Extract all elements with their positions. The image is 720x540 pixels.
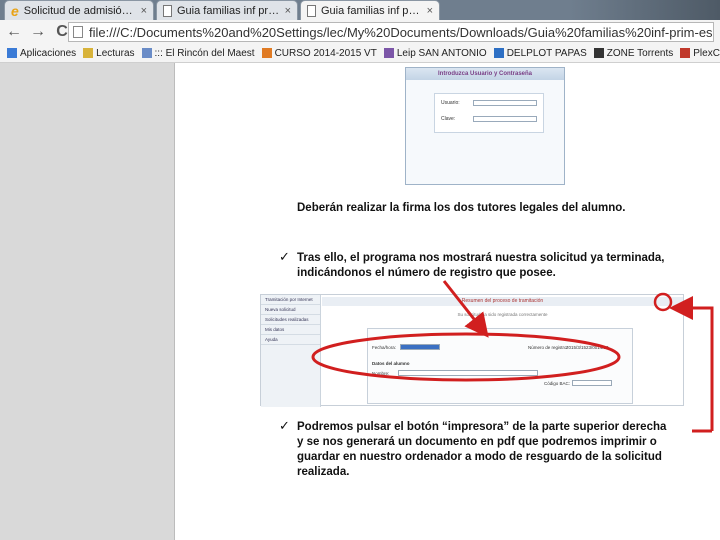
tab-title: Guia familias inf prim eso.pdf <box>321 4 423 17</box>
code-field <box>572 380 612 386</box>
address-bar[interactable]: file:///C:/Documents%20and%20Settings/le… <box>68 22 714 42</box>
close-icon[interactable]: × <box>285 5 291 17</box>
login-form: Usuario: Clave: <box>434 93 544 133</box>
viewer-background <box>0 63 175 540</box>
section-label: Datos del alumno <box>372 361 410 366</box>
bookmark-item[interactable]: DELPLOT PAPAS <box>493 47 587 59</box>
date-field <box>400 344 440 350</box>
bookmark-item[interactable]: PlexConnection sync <box>680 48 720 59</box>
registry-label: Número de registro: <box>528 345 568 350</box>
ie-icon: e <box>11 2 19 19</box>
bookmark-label: DELPLOT PAPAS <box>506 47 587 59</box>
plex-icon <box>680 48 691 58</box>
key-field <box>473 116 537 122</box>
tab-admission[interactable]: e Solicitud de admisión para Ed × <box>4 0 154 20</box>
blue-icon <box>493 48 504 58</box>
bookmark-label: Aplicaciones <box>20 47 77 59</box>
signature-paragraph: Deberán realizar la firma los dos tutore… <box>297 202 626 214</box>
bookmark-item[interactable]: Lecturas <box>83 47 135 59</box>
login-dialog-title: Introduzca Usuario y Contraseña <box>406 68 564 80</box>
back-arrow-icon[interactable]: ← <box>4 23 24 41</box>
document-icon <box>163 4 172 17</box>
file-icon <box>73 26 83 38</box>
close-icon[interactable]: × <box>427 5 433 17</box>
result-panel: Fecha/hora: Número de registro: 2015/3/1… <box>367 328 633 404</box>
dark-icon <box>593 48 604 58</box>
folder-icon <box>83 48 94 58</box>
document-icon <box>307 4 316 17</box>
tab-title: Solicitud de admisión para Ed <box>23 4 137 17</box>
close-icon[interactable]: × <box>141 5 147 17</box>
name-field <box>398 370 538 376</box>
window-frame <box>570 0 720 20</box>
pdf-page: Introduzca Usuario y Contraseña Usuario:… <box>176 63 720 540</box>
date-label: Fecha/hora: <box>372 345 397 350</box>
bookmark-item[interactable]: ZONE Torrents <box>593 47 674 59</box>
name-label: Nombre: <box>372 371 390 376</box>
login-dialog-screenshot: Introduzca Usuario y Contraseña Usuario:… <box>405 67 565 185</box>
user-label: Usuario: <box>441 100 460 106</box>
tab-guide-2[interactable]: Guia familias inf prim eso.pdf × <box>300 0 440 20</box>
forward-arrow-icon[interactable]: → <box>28 23 48 41</box>
bookmark-item[interactable]: Aplicaciones <box>7 48 76 59</box>
browser-toolbar: ← → C file:///C:/Documents%20and%20Setti… <box>0 20 720 44</box>
bullet-two: Podremos pulsar el botón “impresora” de … <box>297 420 666 480</box>
tab-title: Guia familias inf prim eso.pdf <box>177 4 281 17</box>
tab-strip: e Solicitud de admisión para Ed × Guia f… <box>0 0 720 20</box>
result-subtitle: Su solicitud ha sido registrada correcta… <box>457 312 548 317</box>
result-sidebar: Tramitación por Internet Nueva solicitud… <box>261 295 321 407</box>
user-field <box>473 100 537 106</box>
result-screenshot: Tramitación por Internet Nueva solicitud… <box>260 294 684 407</box>
bullet-one-line: Tras ello, el programa nos mostrará nues… <box>297 252 665 264</box>
tab-guide-1[interactable]: Guia familias inf prim eso.pdf × <box>156 0 298 20</box>
sidebar-item: Mis datos <box>261 325 320 335</box>
registry-value: 2015/3/1523/0014/22 <box>566 345 609 350</box>
check-icon: ✓ <box>279 418 290 433</box>
sidebar-item: Ayuda <box>261 335 320 345</box>
bookmark-label: PlexConnection sync <box>693 47 720 59</box>
page-icon <box>141 48 152 58</box>
result-header: Resumen del proceso de tramitación <box>322 297 683 306</box>
bullet-one: Tras ello, el programa nos mostrará nues… <box>297 251 664 281</box>
check-icon: ✓ <box>279 249 290 264</box>
bullet-two-line: Podremos pulsar el botón “impresora” de … <box>297 421 667 433</box>
bookmark-label: ::: El Rincón del Maest <box>154 47 255 59</box>
bookmarks-bar: Aplicaciones Lecturas::: El Rincón del Ma… <box>0 44 720 63</box>
address-url: file:///C:/Documents%20and%20Settings/le… <box>89 24 714 40</box>
site-icon <box>383 48 394 58</box>
bullet-two-line: y se nos generará un documento en pdf qu… <box>297 436 657 448</box>
orange-icon <box>261 48 272 58</box>
bookmark-item[interactable]: Leip SAN ANTONIO <box>383 47 487 59</box>
bullet-two-line: guardar en nuestro ordenador a modo de r… <box>297 451 662 463</box>
sidebar-item: Tramitación por Internet <box>261 295 320 305</box>
bookmark-item[interactable]: ::: El Rincón del Maest <box>141 47 255 59</box>
key-label: Clave: <box>441 116 456 122</box>
bullet-two-line: realizada. <box>297 466 350 478</box>
bullet-one-line: indicándonos el número de registro que p… <box>297 267 556 279</box>
bookmark-label: Lecturas <box>96 47 135 59</box>
bookmark-item[interactable]: CURSO 2014-2015 VT <box>261 47 377 59</box>
bookmark-label: Leip SAN ANTONIO <box>396 47 487 59</box>
bookmark-label: CURSO 2014-2015 VT <box>274 47 377 59</box>
sidebar-item: Nueva solicitud <box>261 305 320 315</box>
bookmark-label: ZONE Torrents <box>606 47 674 59</box>
sidebar-item: Solicitudes realizadas <box>261 315 320 325</box>
apps-grid-icon <box>7 48 17 58</box>
code-label: Código BAC: <box>544 381 571 386</box>
